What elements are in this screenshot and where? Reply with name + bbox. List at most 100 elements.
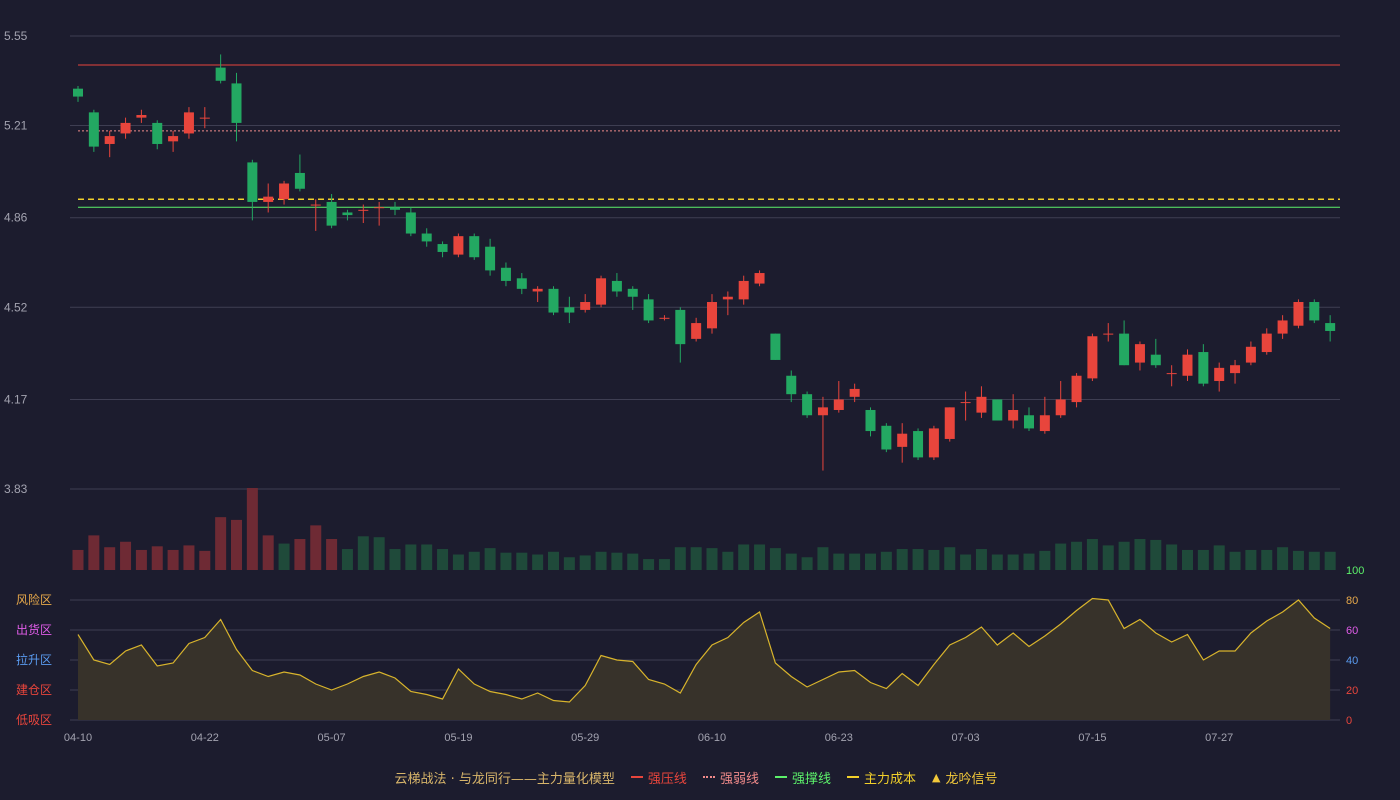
- candle-body: [1325, 323, 1336, 331]
- candle: [770, 333, 781, 360]
- volume-bar: [896, 549, 908, 570]
- volume-bar: [833, 553, 845, 570]
- legend-item-strength[interactable]: 强弱线: [702, 768, 759, 787]
- candle-body: [374, 207, 385, 209]
- volume-bar: [865, 553, 876, 570]
- volume-bar: [231, 519, 242, 570]
- candle-body: [469, 236, 480, 258]
- candle-body: [168, 136, 179, 142]
- candle-body: [1166, 373, 1177, 375]
- candle-body: [532, 288, 543, 292]
- volume-bar: [1292, 550, 1304, 570]
- volume-bar: [1182, 549, 1193, 570]
- volume-bar: [1213, 545, 1225, 570]
- legend-item-pressure[interactable]: 强压线: [630, 768, 687, 787]
- candle: [802, 391, 813, 418]
- candle-body: [1261, 333, 1272, 353]
- volume-bar: [199, 550, 211, 570]
- volume-bar: [500, 552, 512, 570]
- candle: [1214, 362, 1225, 392]
- candle: [1087, 333, 1098, 382]
- volume-bar: [1023, 553, 1035, 570]
- volume-bar: [452, 554, 464, 570]
- candle: [390, 201, 400, 216]
- candle: [1055, 381, 1066, 418]
- candle: [976, 386, 987, 418]
- oscillator-area: [78, 598, 1331, 720]
- candle-body: [833, 399, 844, 410]
- volume-bar: [262, 535, 274, 570]
- candle: [532, 286, 543, 303]
- cost-line-swatch-icon: [846, 776, 859, 778]
- legend-item-signal[interactable]: ▲ 龙吟信号: [932, 768, 997, 787]
- candle-body: [453, 236, 464, 255]
- volume-bar: [484, 548, 496, 570]
- candle: [120, 117, 131, 139]
- volume-bar: [421, 544, 433, 570]
- candle: [960, 391, 971, 421]
- volume-bar: [310, 525, 322, 570]
- pressure-line-swatch-icon: [630, 776, 643, 778]
- candle-body: [659, 317, 670, 319]
- legend-item-cost[interactable]: 主力成本: [846, 768, 916, 787]
- candle-body: [1293, 302, 1304, 326]
- candle-body: [1277, 320, 1288, 334]
- volume-bar: [658, 559, 670, 570]
- candle-body: [580, 302, 591, 310]
- price-tick-label: 4.17: [4, 392, 28, 406]
- volume-bar: [579, 555, 591, 570]
- oscillator-tick-label: 100: [1346, 565, 1364, 577]
- volume-bar: [960, 554, 972, 570]
- volume-bar: [341, 549, 353, 570]
- candle: [707, 294, 717, 334]
- candle-body: [722, 296, 733, 300]
- date-tick-label: 07-03: [952, 732, 980, 744]
- candle: [1150, 338, 1161, 368]
- volume-bar: [627, 553, 639, 570]
- candle: [596, 275, 607, 308]
- volume-bar: [167, 549, 179, 570]
- volume-bar: [722, 551, 734, 570]
- candle: [500, 262, 511, 287]
- candle: [1198, 344, 1209, 387]
- volume-bar: [1134, 539, 1146, 570]
- candle: [675, 307, 686, 363]
- candle: [627, 286, 638, 310]
- volume-bar: [944, 547, 956, 570]
- candle-body: [279, 183, 290, 200]
- zone-label: 风险区: [16, 592, 52, 607]
- grid-layer: [70, 35, 1340, 721]
- legend-title: 云梯战法 · 与龙同行——主力量化模型: [394, 771, 615, 787]
- candle: [183, 107, 194, 139]
- candle-body: [849, 388, 860, 397]
- volume-bar: [104, 547, 116, 570]
- reference-lines: [78, 64, 1340, 208]
- triangle-signal-icon: ▲: [931, 770, 941, 784]
- candle: [152, 120, 163, 150]
- candle: [73, 86, 83, 102]
- volume-bar: [1308, 551, 1320, 570]
- candle: [1325, 315, 1336, 342]
- candle: [421, 228, 432, 247]
- volume-bar: [928, 549, 940, 570]
- candle-body: [1309, 302, 1320, 321]
- candle-body: [802, 394, 813, 416]
- volume-bar: [801, 557, 813, 570]
- candle-body: [770, 333, 781, 360]
- legend-item-support[interactable]: 强撑线: [774, 768, 831, 787]
- candle: [247, 159, 258, 221]
- candle-body: [611, 280, 622, 292]
- candlestick-series: [73, 54, 1336, 471]
- oscillator-tick-label: 40: [1346, 655, 1358, 667]
- date-tick-label: 04-22: [191, 732, 219, 744]
- candle: [913, 428, 924, 461]
- volume-bar: [532, 554, 544, 570]
- volume-bar: [817, 547, 829, 570]
- volume-bar: [120, 541, 132, 570]
- volume-bar: [548, 551, 559, 570]
- volume-bar: [1324, 551, 1336, 570]
- price-tick-label: 4.52: [4, 300, 28, 314]
- volume-bar: [674, 547, 686, 570]
- volume-bar: [1150, 539, 1162, 570]
- price-tick-label: 4.86: [4, 211, 28, 225]
